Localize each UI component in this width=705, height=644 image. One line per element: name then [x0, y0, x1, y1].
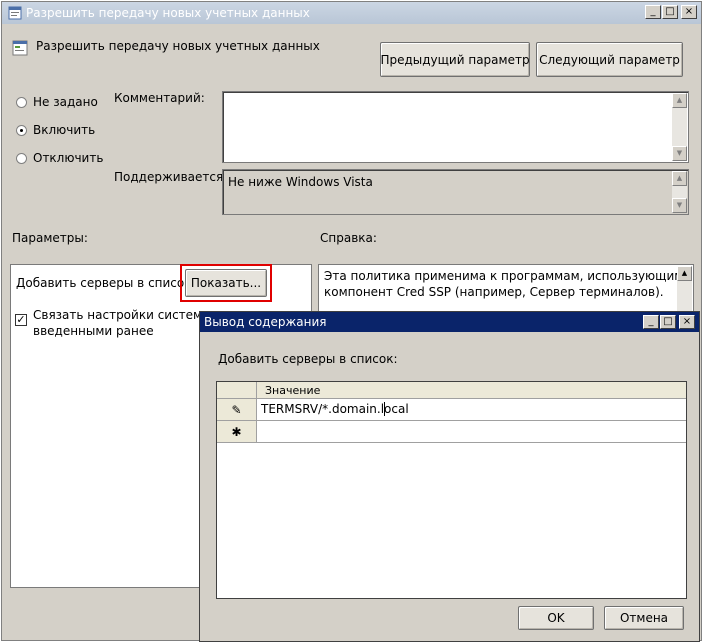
radio-label: Включить	[33, 123, 96, 137]
maximize-button[interactable]: □	[662, 5, 678, 19]
close-icon: ×	[684, 6, 694, 17]
add-servers-label: Добавить серверы в список:	[16, 276, 196, 290]
help-text-line1: Эта политика применима к программам, исп…	[324, 269, 684, 283]
comment-label: Комментарий:	[114, 91, 205, 105]
concat-checkbox[interactable]: ✓	[15, 314, 27, 326]
grid-header: Значение	[217, 382, 686, 399]
help-scrollbar[interactable]: ▲	[677, 266, 692, 312]
policy-name: Разрешить передачу новых учетных данных	[36, 39, 320, 53]
new-row[interactable]: ✱	[217, 421, 686, 443]
dialog-title: Вывод содержания	[204, 315, 327, 329]
dialog-minimize-button[interactable]: _	[643, 315, 659, 329]
comment-scrollbar[interactable]: ▲ ▼	[672, 93, 687, 161]
maximize-icon: □	[663, 316, 673, 327]
radio-circle	[16, 152, 27, 164]
help-label: Справка:	[320, 231, 377, 245]
table-row[interactable]: ✎ TERMSRV/*.domain.local	[217, 399, 686, 421]
show-contents-dialog: Вывод содержания _ □ × Добавить серверы …	[199, 311, 700, 642]
minimize-button[interactable]: _	[645, 5, 661, 19]
close-icon: ×	[682, 316, 692, 327]
asterisk-icon: ✱	[217, 421, 257, 442]
cancel-button[interactable]: Отмена	[604, 606, 684, 630]
scroll-up-icon[interactable]: ▲	[677, 266, 692, 281]
help-text-line2: компонент Cred SSP (например, Сервер тер…	[324, 285, 664, 299]
ok-button[interactable]: OK	[518, 606, 594, 630]
checkbox-check-icon: ✓	[15, 313, 27, 326]
supported-value: Не ниже Windows Vista	[228, 175, 373, 189]
radio-label: Отключить	[33, 151, 104, 165]
close-button[interactable]: ×	[681, 5, 697, 19]
show-button[interactable]: Показать...	[185, 269, 267, 297]
radio-circle-selected	[16, 124, 27, 136]
radio-disabled[interactable]: Отключить	[16, 151, 103, 165]
setting-icon	[12, 40, 28, 56]
next-setting-button[interactable]: Следующий параметр	[536, 42, 683, 77]
policy-icon	[8, 6, 22, 20]
radio-not-configured[interactable]: Не задано	[16, 95, 98, 109]
previous-setting-button[interactable]: Предыдущий параметр	[380, 42, 530, 77]
header-corner	[217, 382, 257, 398]
dialog-maximize-button[interactable]: □	[660, 315, 676, 329]
supported-scrollbar[interactable]: ▲ ▼	[672, 171, 687, 213]
comment-textarea[interactable]: ▲ ▼	[222, 91, 689, 163]
column-header-value[interactable]: Значение	[265, 384, 320, 397]
row-value[interactable]: TERMSRV/*.domain.local	[261, 402, 409, 416]
dialog-title-bar[interactable]: Вывод содержания _ □ ×	[200, 312, 699, 332]
minimize-icon: _	[650, 6, 656, 17]
supported-label: Поддерживается:	[114, 170, 228, 184]
minimize-icon: _	[648, 316, 654, 327]
radio-label: Не задано	[33, 95, 98, 109]
title-bar[interactable]: Разрешить передачу новых учетных данных …	[2, 2, 701, 24]
radio-enabled[interactable]: Включить	[16, 123, 95, 137]
scroll-up-icon[interactable]: ▲	[672, 93, 687, 108]
radio-circle	[16, 96, 27, 108]
scroll-down-icon[interactable]: ▼	[672, 198, 687, 213]
concat-label-line2: введенными ранее	[33, 324, 154, 338]
maximize-icon: □	[665, 6, 675, 17]
pencil-icon: ✎	[217, 399, 257, 420]
scroll-up-icon[interactable]: ▲	[672, 171, 687, 186]
params-label: Параметры:	[12, 231, 88, 245]
help-panel: Эта политика применима к программам, исп…	[318, 264, 694, 314]
list-label: Добавить серверы в список:	[218, 352, 398, 366]
supported-field: Не ниже Windows Vista ▲ ▼	[222, 169, 689, 215]
dialog-close-button[interactable]: ×	[679, 315, 695, 329]
text-cursor	[384, 402, 385, 416]
values-grid[interactable]: Значение ✎ TERMSRV/*.domain.local ✱	[216, 381, 687, 599]
scroll-down-icon[interactable]: ▼	[672, 146, 687, 161]
window-title: Разрешить передачу новых учетных данных	[26, 6, 310, 20]
